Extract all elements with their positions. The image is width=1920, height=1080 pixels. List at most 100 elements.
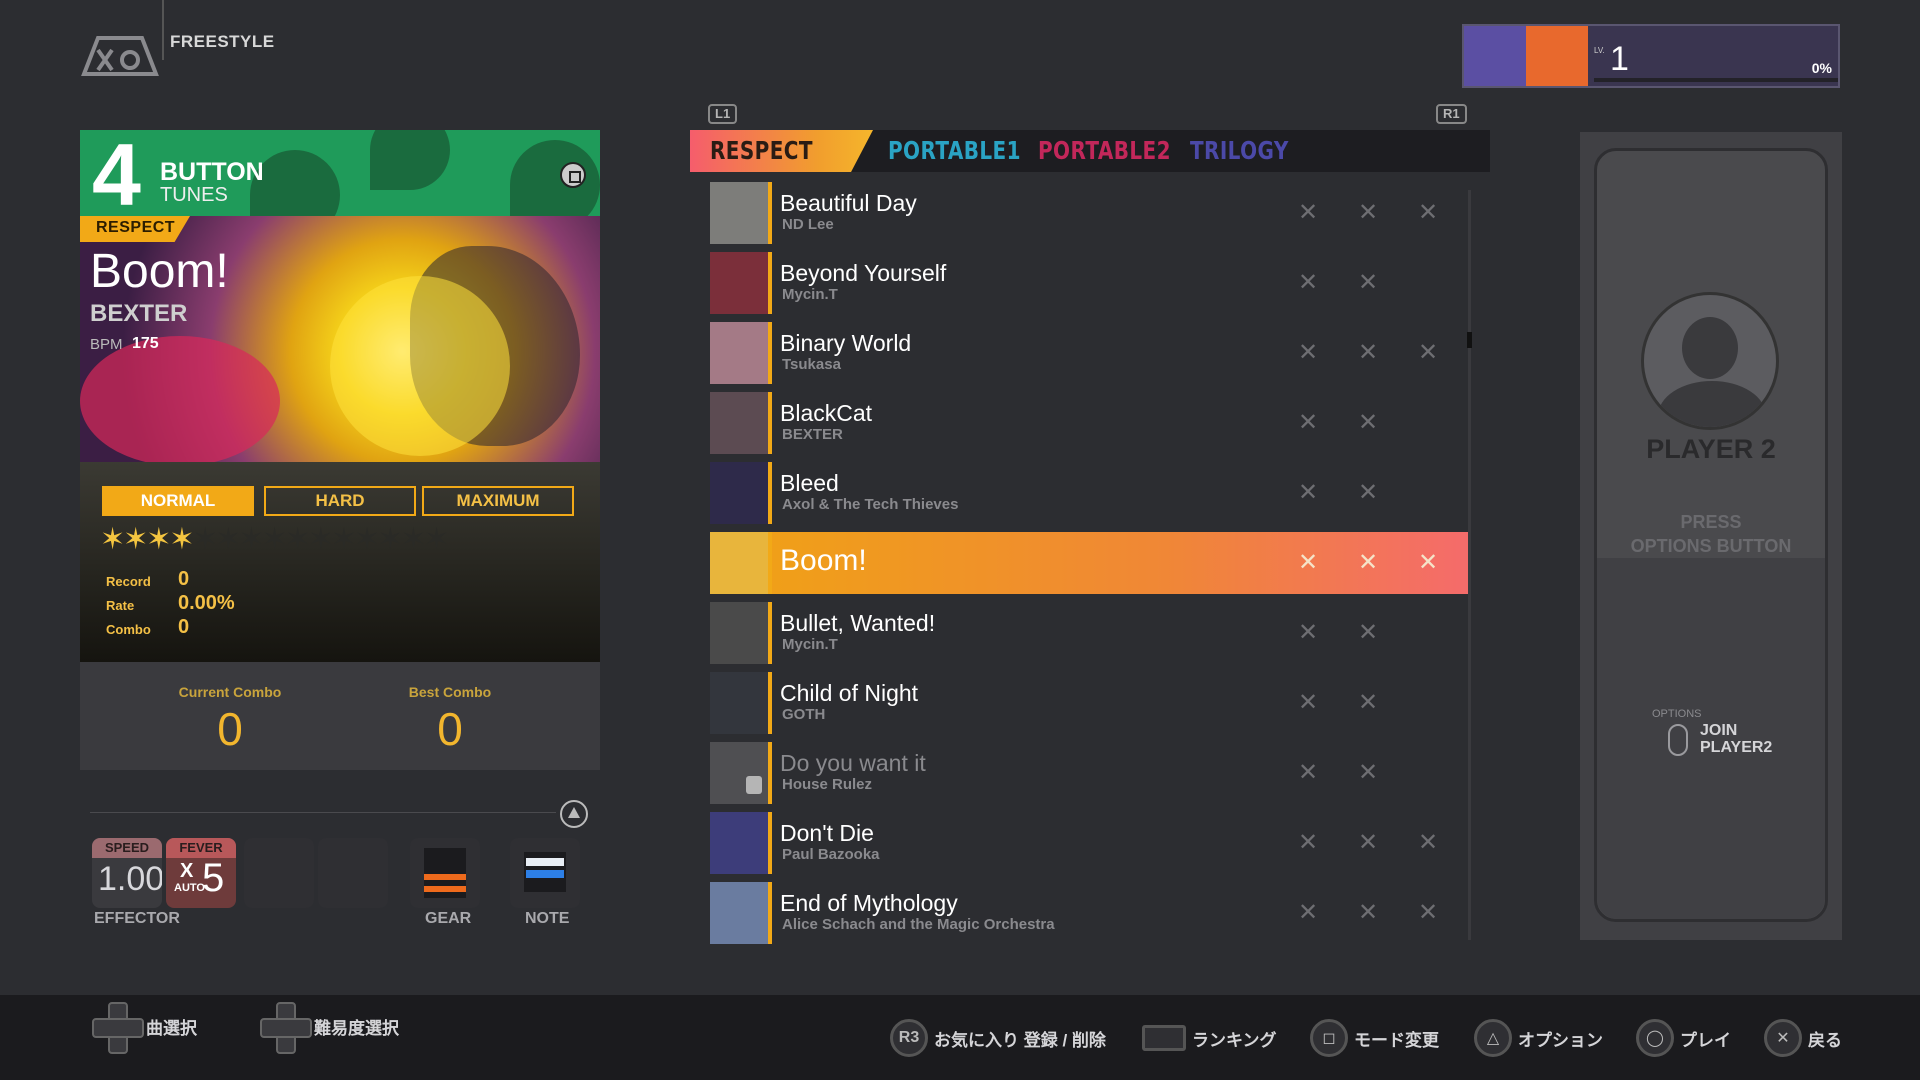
triangle-button-icon[interactable] [560,800,588,828]
star-empty-icon: ✶ [261,523,287,556]
song-thumbnail [710,882,772,944]
tab-portable1[interactable]: PORTABLE1 [888,136,1021,165]
current-combo-label: Current Combo [178,684,282,700]
difficulty-hard-button[interactable]: HARD [264,486,416,516]
combo-value: 0 [178,616,190,638]
difficulty-normal-button[interactable]: NORMAL [102,486,254,516]
song-row-selected[interactable]: Boom! ✕ ✕ ✕ [710,532,1470,594]
song-row[interactable]: Don't Die Paul Bazooka ✕ ✕ ✕ [710,812,1470,874]
hint-song-select[interactable]: 曲選択 [92,1002,197,1054]
song-row[interactable]: Beyond Yourself Mycin.T ✕ ✕ [710,252,1470,314]
song-artist: Alice Schach and the Magic Orchestra [782,916,1055,933]
fever-card[interactable]: FEVER X AUTO 5 [166,838,236,908]
song-row[interactable]: Do you want it House Rulez ✕ ✕ [710,742,1470,804]
level-prefix: LV. [1594,46,1605,55]
song-thumbnail [710,462,772,524]
hint-back[interactable]: ✕ 戻る [1764,1018,1842,1058]
clear-mark-icon: ✕ [1358,409,1379,436]
lock-icon [746,776,762,794]
hint-mode-change[interactable]: ◻ モード変更 [1310,1018,1439,1058]
hint-difficulty-select[interactable]: 難易度選択 [260,1002,399,1054]
speed-value: 1.00 [98,860,162,898]
tab-trilogy[interactable]: TRILOGY [1190,136,1289,165]
options-button-icon[interactable] [1668,724,1688,756]
song-thumbnail [710,812,772,874]
star-empty-icon: ✶ [238,523,264,556]
gear-label: GEAR [425,910,472,927]
song-thumbnail [710,392,772,454]
best-combo-value: 0 [437,703,463,755]
star-empty-icon: ✶ [308,523,333,556]
song-row[interactable]: Bullet, Wanted! Mycin.T ✕ ✕ [710,602,1470,664]
hint-play-label: プレイ [1680,1030,1731,1050]
clear-mark-icon: ✕ [1418,199,1439,226]
player-badge: LV. 1 0% [1462,24,1840,88]
player2-press-text: PRESS OPTIONS BUTTON [1594,510,1828,558]
speed-card[interactable]: SPEED 1.00 [92,838,162,908]
song-title: Child of Night [780,680,919,706]
square-button-icon: ◻ [1310,1019,1348,1057]
player2-name: PLAYER 2 [1646,434,1776,464]
dpad-vertical-icon [92,1002,144,1054]
song-thumbnail [710,532,772,594]
square-button-icon[interactable] [560,162,586,188]
dpad-horizontal-icon [260,1002,312,1054]
star-empty-icon: ✶ [354,523,380,556]
player-avatar [1526,26,1588,86]
effector-label: EFFECTOR [94,910,180,927]
speed-label: SPEED [92,838,162,858]
clear-mark-icon: ✕ [1298,199,1319,226]
note-card[interactable] [510,838,580,908]
star-empty-icon: ✶ [400,523,426,556]
category-tag: RESPECT [80,216,190,242]
clear-mark-icon: ✕ [1358,899,1379,926]
star-filled-icon: ✶ [100,523,125,556]
song-row[interactable]: Child of Night GOTH ✕ ✕ [710,672,1470,734]
difficulty-stars: ✶✶✶✶✶✶✶✶✶✶✶✶✶✶✶ [100,522,449,557]
song-artist: GOTH [782,706,826,723]
r1-key-icon[interactable]: R1 [1436,104,1467,124]
song-title: Boom! [90,245,229,298]
tunes-label: TUNES [160,184,228,206]
tab-respect[interactable]: RESPECT [710,136,813,165]
song-list-scroll-thumb[interactable] [1467,332,1472,348]
hint-favorite[interactable]: R3 お気に入り 登録 / 削除 [890,1018,1106,1058]
press-line2: OPTIONS BUTTON [1630,536,1792,556]
l1-key-icon[interactable]: L1 [708,104,738,124]
hint-favorite-label: お気に入り 登録 / 削除 [934,1030,1106,1050]
clear-mark-icon: ✕ [1298,899,1319,926]
fever-multiplier-x: X [180,860,194,882]
song-row[interactable]: Bleed Axol & The Tech Thieves ✕ ✕ [710,462,1470,524]
clear-mark-icon: ✕ [1358,829,1379,856]
song-row[interactable]: Binary World Tsukasa ✕ ✕ ✕ [710,322,1470,384]
song-row[interactable]: End of Mythology Alice Schach and the Mag… [710,882,1470,944]
effector-slot-empty[interactable] [244,838,314,908]
header-divider [162,0,164,60]
hint-ranking[interactable]: ランキング [1142,1018,1277,1058]
effector-slot-empty[interactable] [318,838,388,908]
difficulty-maximum-button[interactable]: MAXIMUM [422,486,574,516]
combo-label: Combo [106,622,151,637]
circle-button-icon: ◯ [1636,1019,1674,1057]
category-tag-label: RESPECT [96,219,176,236]
triangle-button-icon: △ [1474,1019,1512,1057]
song-list-scrollbar[interactable] [1468,190,1471,940]
hint-play[interactable]: ◯ プレイ [1636,1018,1731,1058]
hint-option[interactable]: △ オプション [1474,1018,1603,1058]
gear-card[interactable] [410,838,480,908]
difficulty-area: NORMAL HARD MAXIMUM ✶✶✶✶✶✶✶✶✶✶✶✶✶✶✶ Reco… [80,462,600,662]
bpm-label: BPM [90,336,123,353]
level-progress-percent: 0% [1811,60,1832,76]
clear-mark-icon: ✕ [1298,479,1319,506]
bpm-value: 175 [132,335,159,352]
clear-mark-icon: ✕ [1418,339,1439,366]
song-title: Boom! [780,544,867,577]
join-player2-text[interactable]: JOIN PLAYER2 [1700,722,1772,756]
clear-mark-icon: ✕ [1298,549,1319,576]
song-row[interactable]: BlackCat BEXTER ✕ ✕ [710,392,1470,454]
touchpad-icon [1142,1025,1186,1051]
effector-divider [90,812,556,813]
press-line1: PRESS [1680,512,1742,532]
tab-portable2[interactable]: PORTABLE2 [1038,136,1171,165]
song-row[interactable]: Beautiful Day ND Lee ✕ ✕ ✕ [710,182,1470,244]
